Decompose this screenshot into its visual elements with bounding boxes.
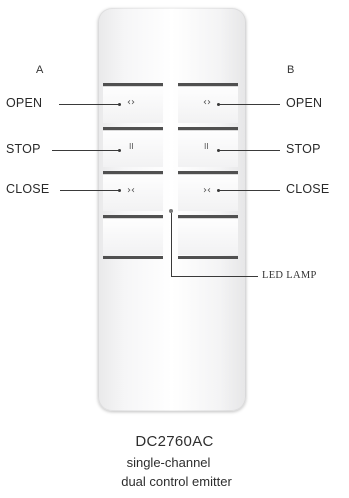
open-right-label: OPEN <box>286 96 323 110</box>
close-right-label: CLOSE <box>286 182 330 196</box>
channel-b-label: B <box>287 64 295 76</box>
close-icon: ›‹ <box>203 185 211 196</box>
stop-right-label: STOP <box>286 142 321 156</box>
open-icon: ‹› <box>203 97 211 108</box>
channel-a-open-button[interactable]: ‹› <box>103 83 163 123</box>
model-name: DC2760AC <box>135 433 214 450</box>
led-leader-horizontal <box>171 276 258 277</box>
close-left-label: CLOSE <box>6 182 50 196</box>
remote-control: ‹› II ›‹ ‹› II ›‹ <box>98 8 246 411</box>
led-lamp-label: LED LAMP <box>262 270 317 281</box>
stop-icon: II <box>204 142 209 151</box>
channel-a-stop-button[interactable]: II <box>103 127 163 167</box>
channel-b-open-button[interactable]: ‹› <box>178 83 238 123</box>
open-left-leader <box>59 104 120 105</box>
channel-a-extra-button[interactable] <box>103 215 163 259</box>
stop-left-leader <box>52 150 120 151</box>
channel-a-close-button[interactable]: ›‹ <box>103 171 163 211</box>
description-line-1: single-channel <box>126 455 211 470</box>
channel-b-extra-button[interactable] <box>178 215 238 259</box>
close-icon: ›‹ <box>127 185 135 196</box>
channel-b-close-button[interactable]: ›‹ <box>178 171 238 211</box>
channel-a-label: A <box>36 64 44 76</box>
stop-icon: II <box>129 142 134 151</box>
open-icon: ‹› <box>127 97 135 108</box>
stop-right-leader <box>219 150 280 151</box>
open-left-label: OPEN <box>6 96 43 110</box>
channel-b-stop-button[interactable]: II <box>178 127 238 167</box>
description-line-2: dual control emitter <box>121 474 232 489</box>
close-left-dot <box>118 189 121 192</box>
close-right-leader <box>219 190 280 191</box>
open-right-leader <box>219 104 280 105</box>
stop-left-label: STOP <box>6 142 41 156</box>
open-left-dot <box>118 103 121 106</box>
stop-left-dot <box>118 149 121 152</box>
led-leader-vertical <box>171 213 172 276</box>
close-left-leader <box>60 190 120 191</box>
